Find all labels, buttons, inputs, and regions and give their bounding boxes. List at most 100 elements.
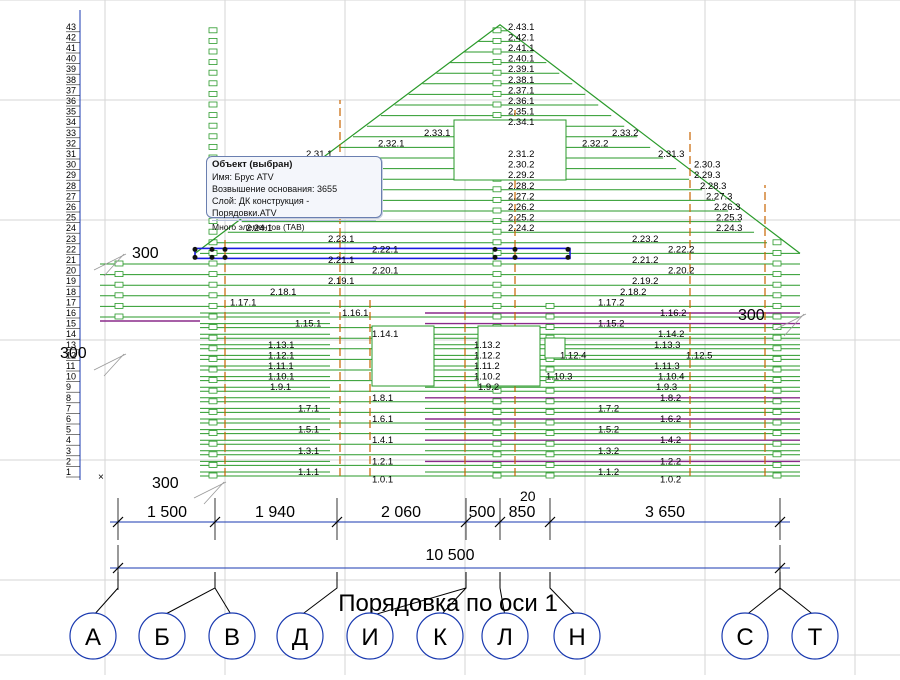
axis-label[interactable]: В — [224, 624, 240, 651]
beam-label[interactable]: 1.13.1 — [268, 340, 294, 351]
beam-label[interactable]: 1.9.3 — [656, 382, 677, 393]
dimension-value[interactable]: 3 650 — [645, 504, 685, 521]
beam-label[interactable]: 2.42.1 — [508, 32, 534, 43]
beam-label[interactable]: 2.22.1 — [372, 244, 398, 255]
beam-label[interactable]: 1.17.2 — [598, 297, 624, 308]
beam-label[interactable]: 1.2.2 — [660, 456, 681, 467]
beam-label[interactable]: 1.1.1 — [298, 467, 319, 478]
beam-label[interactable]: 2.36.1 — [508, 96, 534, 107]
beam-label[interactable]: 1.3.1 — [298, 446, 319, 457]
beam-label[interactable]: 2.39.1 — [508, 64, 534, 75]
elevation-drawing[interactable]: 1234567891011121314151617181920212223242… — [0, 0, 900, 675]
beam-label[interactable]: 1.8.1 — [372, 393, 393, 404]
dimension-value[interactable]: 2 060 — [381, 504, 421, 521]
beam-label[interactable]: 1.6.2 — [660, 414, 681, 425]
beam-label[interactable]: 2.19.2 — [632, 276, 658, 287]
beam-label[interactable]: 2.43.1 — [508, 22, 534, 33]
beam-label[interactable]: 2.25.2 — [508, 213, 534, 224]
beam-label[interactable]: 1.5.2 — [598, 425, 619, 436]
beam-label[interactable]: 1.16.1 — [342, 308, 368, 319]
beam-label[interactable]: 1.17.1 — [230, 297, 256, 308]
beam-label[interactable]: 1.10.4 — [658, 372, 684, 383]
beam-label[interactable]: 1.2.1 — [372, 456, 393, 467]
beam-label[interactable]: 2.35.1 — [508, 107, 534, 118]
beam-label[interactable]: 1.12.4 — [560, 350, 586, 361]
drawing-canvas[interactable]: 1 2 3 4 5 6 7 8 9 10 11 12 13 14 15 16 17 18 19 20 21 22 23 24 2… — [0, 0, 900, 675]
axis-label[interactable]: Т — [808, 624, 823, 651]
beam-label[interactable]: 2.22.2 — [668, 244, 694, 255]
beam-label[interactable]: 1.13.2 — [474, 340, 500, 351]
beam-label[interactable]: 2.30.3 — [694, 160, 720, 171]
beam-label[interactable]: 2.20.1 — [372, 266, 398, 277]
beam-label[interactable]: 1.14.1 — [372, 329, 398, 340]
beam-label[interactable]: 2.27.3 — [706, 191, 732, 202]
beam-label[interactable]: 1.12.5 — [686, 350, 712, 361]
beam-label[interactable]: 1.10.1 — [268, 372, 294, 383]
beam-label[interactable]: 1.16.2 — [660, 308, 686, 319]
beam-label[interactable]: 1.9.2 — [478, 382, 499, 393]
beam-label[interactable]: 1.12.1 — [268, 350, 294, 361]
beam-label[interactable]: 1.15.2 — [598, 319, 624, 330]
beam-label[interactable]: 2.28.3 — [700, 181, 726, 192]
beam-label[interactable]: 2.37.1 — [508, 85, 534, 96]
beam-label[interactable]: 2.27.2 — [508, 191, 534, 202]
beam-label[interactable]: 2.24.2 — [508, 223, 534, 234]
beam-label[interactable]: 2.30.2 — [508, 160, 534, 171]
beam-label[interactable]: 1.6.1 — [372, 414, 393, 425]
beam-label[interactable]: 1.10.3 — [546, 372, 572, 383]
beam-label[interactable]: 1.7.2 — [598, 403, 619, 414]
beam-label[interactable]: 2.31.2 — [508, 149, 534, 160]
dimension-value[interactable]: 1 500 — [147, 504, 187, 521]
beam-label[interactable]: 1.11.2 — [474, 361, 500, 372]
beam-label[interactable]: 2.21.2 — [632, 255, 658, 266]
beam-label[interactable]: 1.9.1 — [270, 382, 291, 393]
beam-label[interactable]: 1.5.1 — [298, 425, 319, 436]
beam-label[interactable]: 1.11.1 — [268, 361, 294, 372]
axis-label[interactable]: Н — [568, 624, 585, 651]
beam-label[interactable]: 1.0.1 — [372, 474, 393, 485]
beam-label[interactable]: 2.25.3 — [716, 213, 742, 224]
beam-label[interactable]: 1.7.1 — [298, 403, 319, 414]
dimension-value[interactable]: 1 940 — [255, 504, 295, 521]
beam-label[interactable]: 2.23.2 — [632, 234, 658, 245]
beam-label[interactable]: 1.1.2 — [598, 467, 619, 478]
beam-label[interactable]: 2.41.1 — [508, 43, 534, 54]
beam-label[interactable]: 1.10.2 — [474, 372, 500, 383]
beam-label[interactable]: 1.8.2 — [660, 393, 681, 404]
beam-label[interactable]: 2.32.2 — [582, 138, 608, 149]
beam-label[interactable]: 1.4.1 — [372, 435, 393, 446]
beam-label[interactable]: 2.38.1 — [508, 75, 534, 86]
axis-label[interactable]: А — [85, 624, 101, 651]
axis-label[interactable]: Л — [497, 624, 513, 651]
beam-label[interactable]: 2.33.2 — [612, 128, 638, 139]
axis-label[interactable]: С — [736, 624, 753, 651]
axis-label[interactable]: Б — [154, 624, 170, 651]
beam-label[interactable]: 1.4.2 — [660, 435, 681, 446]
beam-label[interactable]: 1.12.2 — [474, 350, 500, 361]
beam-label[interactable]: 2.18.2 — [620, 287, 646, 298]
dimension-value[interactable]: 850 — [509, 504, 536, 521]
dimension-value[interactable]: 500 — [469, 504, 496, 521]
beam-label[interactable]: 1.15.1 — [295, 319, 321, 330]
beam-label[interactable]: 2.32.1 — [378, 138, 404, 149]
axis-label[interactable]: И — [361, 624, 378, 651]
beam-label[interactable]: 2.21.1 — [328, 255, 354, 266]
beam-label[interactable]: 1.11.3 — [654, 361, 680, 372]
beam-label[interactable]: 1.3.2 — [598, 446, 619, 457]
axis-label[interactable]: К — [433, 624, 447, 651]
beam-label[interactable]: 1.13.3 — [654, 340, 680, 351]
axis-label[interactable]: Д — [292, 624, 308, 651]
beam-label[interactable]: 2.40.1 — [508, 54, 534, 65]
beam-label[interactable]: 2.29.3 — [694, 170, 720, 181]
beam-label[interactable]: 2.31.3 — [658, 149, 684, 160]
beam-label[interactable]: 2.26.3 — [714, 202, 740, 213]
beam-label[interactable]: 2.26.2 — [508, 202, 534, 213]
beam-label[interactable]: 2.18.1 — [270, 287, 296, 298]
beam-label[interactable]: 1.14.2 — [658, 329, 684, 340]
beam-label[interactable]: 2.33.1 — [424, 128, 450, 139]
beam-label[interactable]: 2.34.1 — [508, 117, 534, 128]
beam-label[interactable]: 1.0.2 — [660, 474, 681, 485]
beam-label[interactable]: 2.28.2 — [508, 181, 534, 192]
beam-label[interactable]: 2.29.2 — [508, 170, 534, 181]
beam-label[interactable]: 2.23.1 — [328, 234, 354, 245]
